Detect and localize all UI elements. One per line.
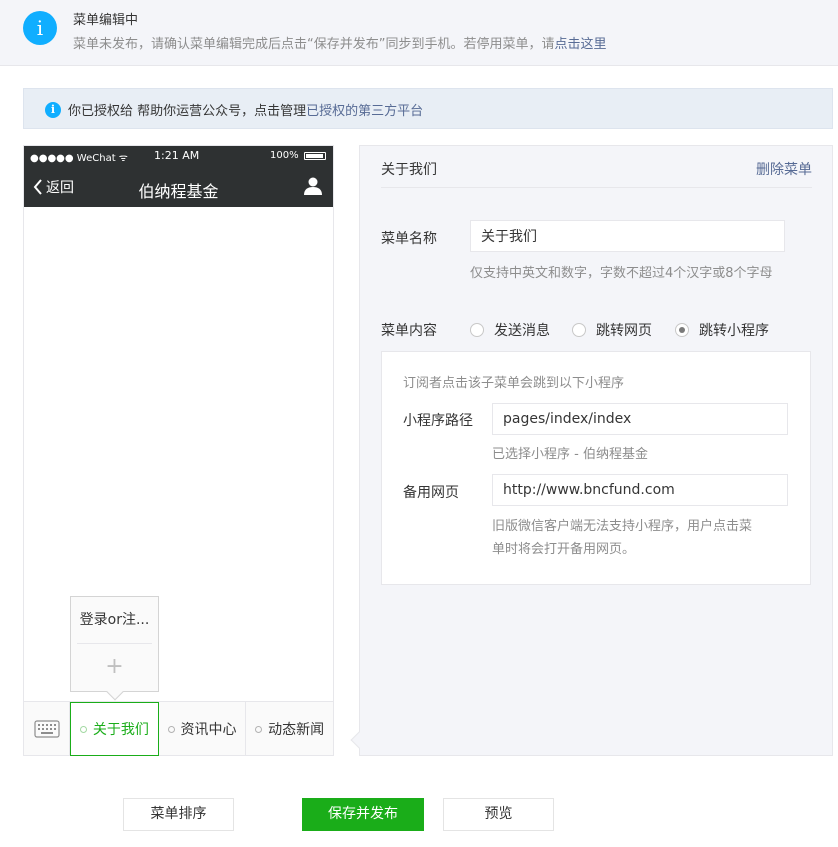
- fallback-webpage-input[interactable]: [492, 474, 788, 506]
- editor-header: 关于我们 删除菜单: [381, 146, 812, 188]
- phone-header: ●●●●● WeChat ᯤ 1:21 AM 100% 返回 伯纳程基金: [24, 146, 333, 207]
- user-icon[interactable]: [303, 176, 323, 196]
- info-icon: i: [23, 11, 57, 45]
- notice-description-text: 菜单未发布，请确认菜单编辑完成后点击“保存并发布”同步到手机。若停用菜单，请: [73, 37, 555, 52]
- status-time: 1:21 AM: [154, 149, 200, 162]
- miniprogram-settings-box: 订阅者点击该子菜单会跳到以下小程序 小程序路径 已选择小程序 - 伯纳程基金 备…: [381, 351, 811, 585]
- radio-send-message[interactable]: 发送消息: [470, 320, 550, 340]
- carrier-signal: ●●●●● WeChat ᯤ: [30, 153, 128, 164]
- delete-menu-button[interactable]: 删除菜单: [756, 159, 812, 179]
- keyboard-icon[interactable]: [24, 702, 70, 756]
- custom-menu-bar: 关于我们 资讯中心 动态新闻: [24, 701, 333, 756]
- radio-circle: [470, 323, 484, 337]
- status-bar: ●●●●● WeChat ᯤ 1:21 AM 100%: [24, 146, 333, 166]
- miniprogram-intro: 订阅者点击该子菜单会跳到以下小程序: [403, 376, 625, 391]
- fallback-hint-line-2: 单时将会打开备用网页。: [492, 542, 636, 557]
- fallback-hint-line-1: 旧版微信客户端无法支持小程序，用户点击菜: [492, 519, 753, 534]
- menu-name-input[interactable]: [470, 220, 785, 252]
- radio-jump-miniprogram[interactable]: 跳转小程序: [675, 320, 769, 340]
- menu-editor-panel: 关于我们 删除菜单 菜单名称 仅支持中英文和数字，字数不超过4个汉字或8个字母 …: [350, 145, 833, 756]
- authorization-text: 你已授权给 帮助你运营公众号，点击管理已授权的第三方平台: [68, 100, 423, 119]
- editor-pointer-arrow: [350, 731, 368, 749]
- battery-percent: 100%: [270, 150, 299, 161]
- editor-title: 关于我们: [381, 162, 437, 178]
- menu-name-hint: 仅支持中英文和数字，字数不超过4个汉字或8个字母: [470, 266, 773, 281]
- submenu-dot-icon: [167, 725, 175, 733]
- sort-menu-button[interactable]: 菜单排序: [123, 798, 234, 831]
- save-publish-button[interactable]: 保存并发布: [302, 798, 424, 831]
- miniprogram-selected-text: 已选择小程序 - 伯纳程基金: [492, 447, 648, 462]
- miniprogram-path-label: 小程序路径: [403, 413, 473, 429]
- submenu-popup: 登录or注... +: [70, 596, 159, 701]
- third-party-platform-link[interactable]: 已授权的第三方平台: [306, 104, 423, 119]
- menu-name-label: 菜单名称: [381, 231, 437, 247]
- miniprogram-path-input[interactable]: [492, 403, 788, 435]
- radio-label: 发送消息: [494, 323, 550, 339]
- fallback-webpage-label: 备用网页: [403, 485, 459, 501]
- preview-button[interactable]: 预览: [443, 798, 554, 831]
- menu-tab-updates[interactable]: 动态新闻: [246, 702, 333, 756]
- submenu-dot-icon: [255, 725, 263, 733]
- submenu-dot-icon: [79, 725, 87, 733]
- radio-label: 跳转网页: [596, 323, 652, 339]
- notice-description: 菜单未发布，请确认菜单编辑完成后点击“保存并发布”同步到手机。若停用菜单，请点击…: [73, 33, 607, 52]
- menu-tab-label: 关于我们: [92, 722, 149, 738]
- editing-notice: i 菜单编辑中 菜单未发布，请确认菜单编辑完成后点击“保存并发布”同步到手机。若…: [0, 0, 838, 66]
- menu-tab-label: 动态新闻: [268, 722, 325, 738]
- menu-content-label: 菜单内容: [381, 323, 437, 339]
- phone-preview: ●●●●● WeChat ᯤ 1:21 AM 100% 返回 伯纳程基金 登录o…: [23, 145, 334, 756]
- radio-jump-webpage[interactable]: 跳转网页: [572, 320, 652, 340]
- radio-circle-checked: [675, 323, 689, 337]
- radio-circle: [572, 323, 586, 337]
- battery-icon: [304, 152, 326, 160]
- account-title: 伯纳程基金: [138, 182, 219, 201]
- authorization-text-prefix: 你已授权给 帮助你运营公众号，点击管理: [68, 104, 307, 119]
- submenu-item[interactable]: 登录or注...: [77, 597, 152, 644]
- menu-tab-about-us[interactable]: 关于我们: [70, 702, 159, 756]
- notice-title: 菜单编辑中: [73, 13, 139, 28]
- authorization-info-bar: i 你已授权给 帮助你运营公众号，点击管理已授权的第三方平台: [23, 88, 833, 129]
- radio-label: 跳转小程序: [699, 323, 769, 339]
- info-icon: i: [45, 102, 61, 118]
- disable-menu-link[interactable]: 点击这里: [554, 37, 606, 52]
- menu-tab-label: 资讯中心: [180, 722, 237, 738]
- menu-tab-news-center[interactable]: 资讯中心: [159, 702, 247, 756]
- keyboard-glyph: [33, 720, 60, 738]
